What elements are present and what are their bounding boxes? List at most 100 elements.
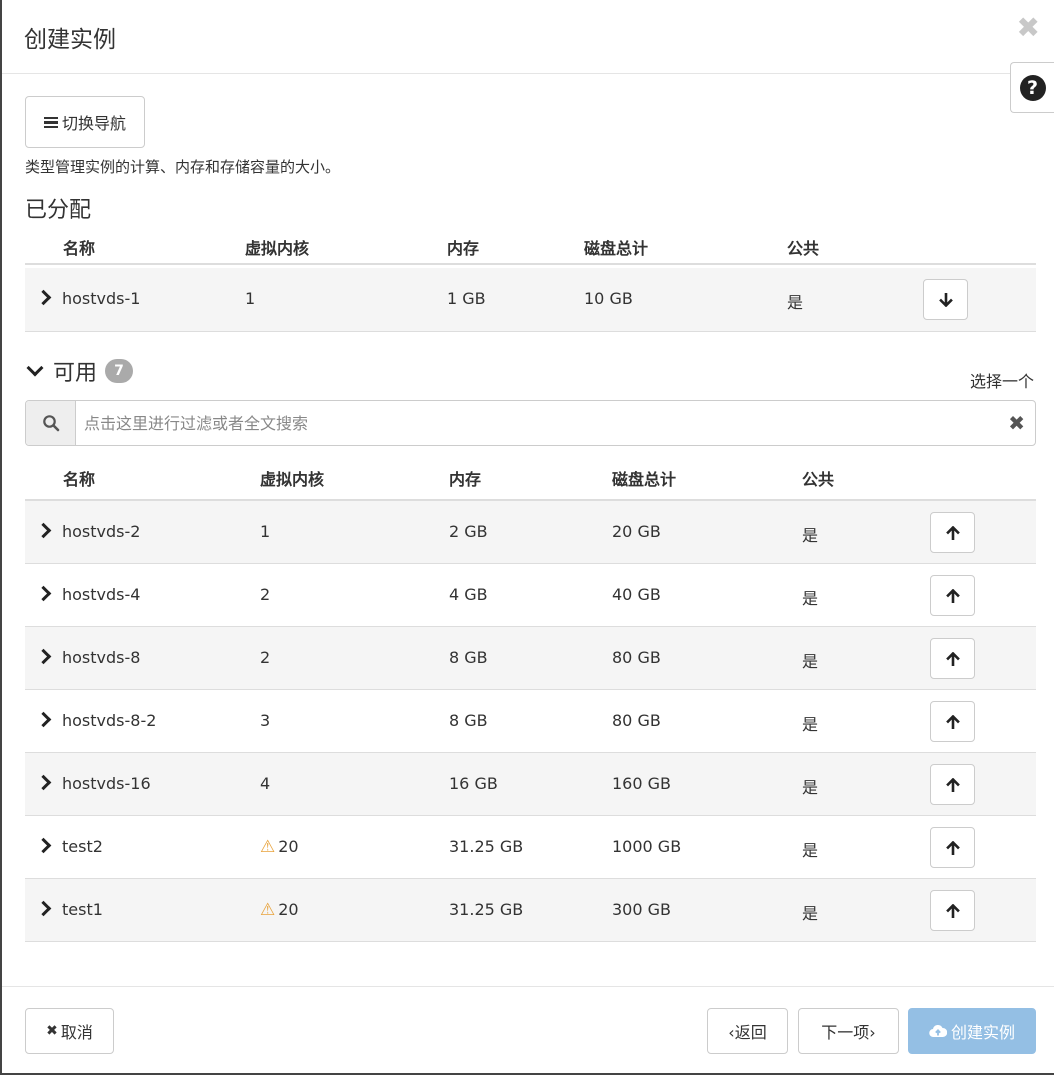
flavor-disk: 10 GB [584,289,633,308]
chevron-right-icon[interactable] [37,584,51,604]
search-addon [26,401,76,445]
column-header-vcpus: 虚拟内核 [245,239,310,258]
flavor-name: test2 [62,837,103,856]
column-header-disk: 磁盘总计 [584,239,649,258]
next-button[interactable]: 下一项› [798,1008,899,1054]
chevron-right-icon[interactable] [37,899,51,919]
flavor-disk: 20 GB [612,522,661,541]
flavor-public: 是 [802,715,819,734]
bars-icon [43,116,58,128]
arrow-up-icon [945,903,960,918]
available-count-badge: 7 [105,359,134,383]
select-one-hint: 选择一个 [969,372,1034,391]
help-button[interactable]: ? [1010,62,1054,113]
dialog-title: 创建实例 [24,27,116,53]
chevron-right-icon[interactable] [37,647,51,667]
chevron-right-icon[interactable] [37,836,51,856]
chevron-right-icon[interactable] [37,521,51,541]
column-header-vcpus: 虚拟内核 [260,470,325,489]
flavor-vcpus-value: 20 [278,900,299,919]
search-bar: ✖ [25,400,1036,446]
close-icon: ✖ [46,1023,58,1039]
arrow-up-icon [945,525,960,540]
create-instance-dialog: 创建实例 ✖ ? 切换导航 类型管理实例的计算、内存和存储容量的大小。 已分配 … [0,0,1054,1075]
flavor-vcpus: 1 [260,522,271,541]
available-table-header: 名称 虚拟内核 内存 磁盘总计 公共 [25,464,1036,501]
flavor-vcpus: ⚠ 20 [260,837,299,857]
flavor-disk: 80 GB [612,711,661,730]
available-section-header[interactable]: 可用 7 [25,355,134,387]
allocate-button[interactable] [930,512,975,553]
flavor-disk: 160 GB [612,774,671,793]
allocate-button[interactable] [930,638,975,679]
flavor-vcpus: ⚠ 20 [260,900,299,920]
create-instance-label: 创建实例 [950,1023,1015,1042]
allocate-button[interactable] [930,890,975,931]
chevron-right-icon[interactable] [37,773,51,793]
chevron-right-icon[interactable] [37,710,51,730]
create-instance-button[interactable]: 创建实例 [908,1008,1036,1054]
flavor-public: 是 [802,589,819,608]
arrow-up-icon [945,777,960,792]
available-row: test1 ⚠ 20 31.25 GB 300 GB 是 [25,879,1036,942]
flavor-public: 是 [802,904,819,923]
allocated-title: 已分配 [25,198,92,223]
column-header-public: 公共 [787,239,820,258]
question-circle-icon: ? [1019,74,1046,101]
allocate-button[interactable] [930,764,975,805]
step-description: 类型管理实例的计算、内存和存储容量的大小。 [25,158,341,176]
flavor-name: test1 [62,900,103,919]
flavor-disk: 300 GB [612,900,671,919]
flavor-disk: 1000 GB [612,837,682,856]
flavor-ram: 31.25 GB [449,837,524,856]
allocate-button[interactable] [930,701,975,742]
flavor-ram: 16 GB [449,774,498,793]
cancel-button[interactable]: ✖ 取消 [25,1008,114,1054]
allocate-button[interactable] [930,575,975,616]
flavor-name: hostvds-8 [62,648,141,667]
deallocate-button[interactable] [923,279,968,320]
column-header-name: 名称 [63,470,96,489]
warning-triangle-icon: ⚠ [260,837,276,857]
flavor-public: 是 [802,652,819,671]
flavor-name: hostvds-1 [62,289,141,308]
available-row: hostvds-4 2 4 GB 40 GB 是 [25,564,1036,627]
toggle-nav-button[interactable]: 切换导航 [25,96,145,148]
flavor-ram: 31.25 GB [449,900,524,919]
flavor-name: hostvds-2 [62,522,141,541]
search-icon [42,415,59,432]
column-header-public: 公共 [802,470,835,489]
flavor-disk: 40 GB [612,585,661,604]
close-icon[interactable]: ✖ [1017,14,1040,42]
back-button[interactable]: ‹返回 [707,1008,788,1054]
column-header-ram: 内存 [449,470,482,489]
flavor-ram: 4 GB [449,585,488,604]
toggle-nav-label: 切换导航 [61,114,126,133]
arrow-up-icon [945,714,960,729]
available-row: hostvds-8 2 8 GB 80 GB 是 [25,627,1036,690]
chevron-down-icon [26,359,44,377]
available-title: 可用 [53,361,98,386]
flavor-ram: 1 GB [447,289,486,308]
available-row: hostvds-2 1 2 GB 20 GB 是 [25,501,1036,564]
allocated-table-header: 名称 虚拟内核 内存 磁盘总计 公共 [25,231,1036,265]
allocate-button[interactable] [930,827,975,868]
flavor-name: hostvds-8-2 [62,711,157,730]
available-row: hostvds-8-2 3 8 GB 80 GB 是 [25,690,1036,753]
flavor-name: hostvds-16 [62,774,151,793]
allocated-row: hostvds-1 1 1 GB 10 GB 是 [25,268,1036,332]
flavor-public: 是 [787,293,804,312]
cloud-upload-icon [929,1024,947,1038]
dialog-header: 创建实例 ✖ [2,0,1054,74]
flavor-public: 是 [802,841,819,860]
flavor-vcpus-value: 20 [278,837,299,856]
flavor-ram: 8 GB [449,711,488,730]
arrow-up-icon [945,651,960,666]
arrow-down-icon [938,292,953,307]
search-input[interactable] [84,409,984,437]
available-row: hostvds-16 4 16 GB 160 GB 是 [25,753,1036,816]
column-header-name: 名称 [63,239,96,258]
warning-triangle-icon: ⚠ [260,900,276,920]
chevron-right-icon[interactable] [37,288,51,308]
clear-search-icon[interactable]: ✖ [1008,411,1025,435]
